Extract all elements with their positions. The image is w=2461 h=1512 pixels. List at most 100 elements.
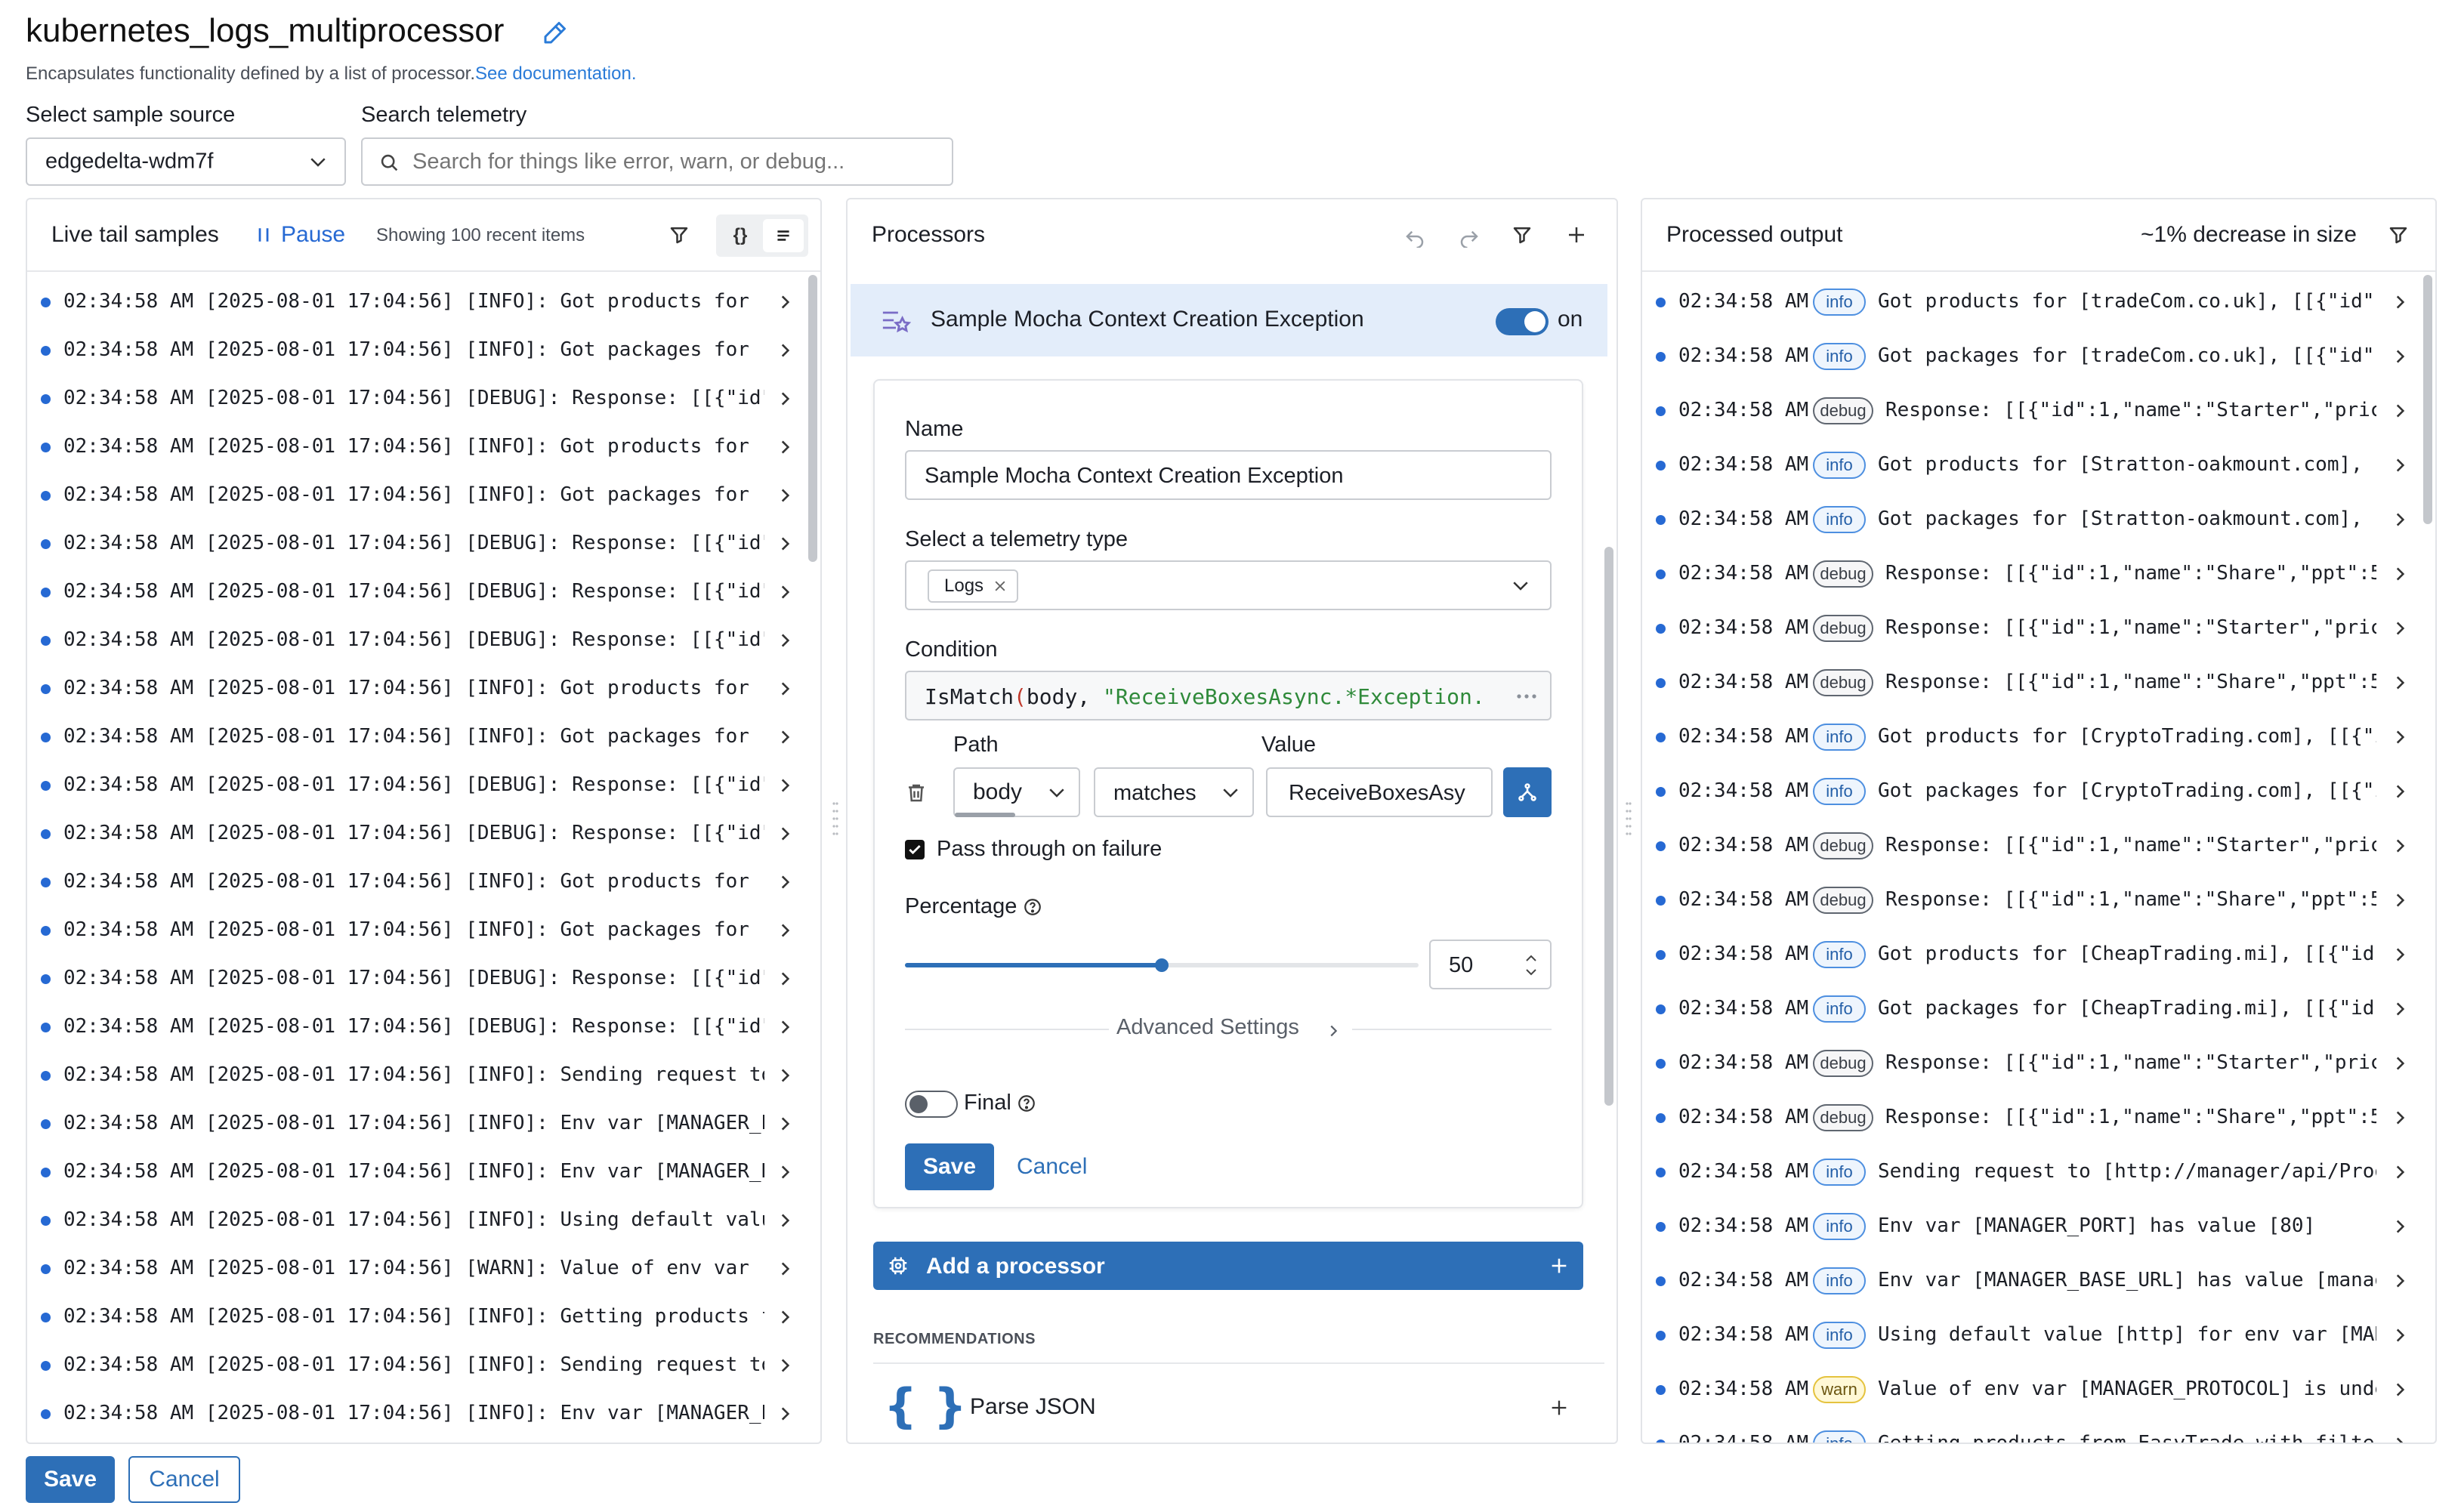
chevron-right-icon[interactable] bbox=[775, 776, 795, 795]
output-row[interactable]: 02:34:58 AM info Got products for [CryptoT… bbox=[1642, 710, 2410, 764]
chevron-right-icon[interactable] bbox=[775, 824, 795, 844]
output-row[interactable]: 02:34:58 AM info Got products for [tradeCo… bbox=[1642, 275, 2410, 329]
help-icon[interactable] bbox=[1017, 1094, 1036, 1113]
chevron-right-icon[interactable] bbox=[775, 1404, 795, 1424]
output-row[interactable]: 02:34:58 AM debug Response: [[{"id":1,"nam… bbox=[1642, 1036, 2410, 1091]
log-row[interactable]: 02:34:58 AM [2025-08-01 17:04:56] [INFO]… bbox=[27, 713, 795, 761]
log-row[interactable]: 02:34:58 AM [2025-08-01 17:04:56] [WARN]… bbox=[27, 1245, 795, 1293]
recommendation-parse-json[interactable]: { } Parse JSON bbox=[873, 1378, 1583, 1438]
chevron-right-icon[interactable] bbox=[775, 1066, 795, 1085]
log-row[interactable]: 02:34:58 AM [2025-08-01 17:04:56] [INFO]… bbox=[27, 1196, 795, 1245]
chevron-right-icon[interactable] bbox=[775, 582, 795, 602]
percentage-slider[interactable] bbox=[905, 955, 1419, 976]
log-row[interactable]: 02:34:58 AM [2025-08-01 17:04:56] [DEBUG… bbox=[27, 375, 795, 423]
undo-icon[interactable] bbox=[1403, 225, 1426, 248]
chevron-right-icon[interactable] bbox=[2390, 1271, 2410, 1291]
slider-thumb[interactable] bbox=[1155, 958, 1169, 972]
chevron-right-icon[interactable] bbox=[2390, 347, 2410, 366]
regex-builder-button[interactable] bbox=[1503, 767, 1552, 817]
operator-select[interactable]: matches bbox=[1094, 767, 1254, 817]
chevron-right-icon[interactable] bbox=[775, 1356, 795, 1375]
log-row[interactable]: 02:34:58 AM [2025-08-01 17:04:56] [DEBUG… bbox=[27, 955, 795, 1003]
more-dots-icon[interactable] bbox=[1515, 690, 1538, 702]
log-row[interactable]: 02:34:58 AM [2025-08-01 17:04:56] [DEBUG… bbox=[27, 520, 795, 568]
form-save-button[interactable]: Save bbox=[905, 1143, 994, 1190]
chevron-right-icon[interactable] bbox=[2390, 1162, 2410, 1182]
chevron-right-icon[interactable] bbox=[775, 679, 795, 699]
output-row[interactable]: 02:34:58 AM info Got products for [Stratto… bbox=[1642, 438, 2410, 492]
processor-toggle[interactable] bbox=[1496, 308, 1549, 335]
output-scrollbar[interactable] bbox=[2423, 275, 2432, 524]
cancel-button[interactable]: Cancel bbox=[128, 1456, 240, 1503]
telemetry-type-select[interactable]: Logs bbox=[905, 560, 1552, 610]
pencil-edit-icon[interactable] bbox=[541, 20, 568, 47]
chevron-right-icon[interactable] bbox=[775, 534, 795, 554]
output-row[interactable]: 02:34:58 AM info Env var [MANAGER_PORT] ha… bbox=[1642, 1199, 2410, 1254]
chevron-right-icon[interactable] bbox=[2390, 1108, 2410, 1128]
output-row[interactable]: 02:34:58 AM warn Value of env var [MANAGER… bbox=[1642, 1362, 2410, 1417]
plus-icon[interactable] bbox=[1549, 1397, 1570, 1418]
live-tail-scrollbar[interactable] bbox=[808, 275, 817, 562]
percentage-stepper[interactable]: 50 bbox=[1429, 940, 1552, 989]
chevron-right-icon[interactable] bbox=[775, 1259, 795, 1279]
processors-scrollbar[interactable] bbox=[1604, 547, 1613, 1106]
output-row[interactable]: 02:34:58 AM info Got packages for [tradeCo… bbox=[1642, 329, 2410, 384]
chevron-right-icon[interactable] bbox=[775, 1017, 795, 1037]
log-row[interactable]: 02:34:58 AM [2025-08-01 17:04:56] [INFO]… bbox=[27, 1051, 795, 1100]
final-toggle[interactable] bbox=[905, 1091, 958, 1118]
redo-icon[interactable] bbox=[1458, 225, 1481, 248]
chevron-right-icon[interactable] bbox=[2390, 727, 2410, 747]
chevron-right-icon[interactable] bbox=[775, 921, 795, 940]
output-row[interactable]: 02:34:58 AM debug Response: [[{"id":1,"nam… bbox=[1642, 1091, 2410, 1145]
chevron-right-icon[interactable] bbox=[2390, 673, 2410, 693]
output-row[interactable]: 02:34:58 AM info Env var [MANAGER_BASE_URL… bbox=[1642, 1254, 2410, 1308]
sample-source-select[interactable]: edgedelta-wdm7f bbox=[26, 137, 346, 186]
chevron-right-icon[interactable] bbox=[2390, 999, 2410, 1019]
output-row[interactable]: 02:34:58 AM info Got products for [CheapTr… bbox=[1642, 927, 2410, 982]
chevron-right-icon[interactable] bbox=[775, 1162, 795, 1182]
condition-editor[interactable]: IsMatch(body, "ReceiveBoxesAsync.*Except… bbox=[905, 671, 1552, 721]
chevron-right-icon[interactable] bbox=[775, 486, 795, 505]
chevron-right-icon[interactable] bbox=[2390, 455, 2410, 475]
output-row[interactable]: 02:34:58 AM debug Response: [[{"id":1,"nam… bbox=[1642, 601, 2410, 656]
log-row[interactable]: 02:34:58 AM [2025-08-01 17:04:56] [INFO]… bbox=[27, 1341, 795, 1390]
text-view-button[interactable] bbox=[763, 219, 804, 252]
output-row[interactable]: 02:34:58 AM info Using default value [http… bbox=[1642, 1308, 2410, 1362]
form-cancel-button[interactable]: Cancel bbox=[1017, 1154, 1087, 1180]
chevron-right-icon[interactable] bbox=[2390, 1325, 2410, 1345]
stepper-arrows-icon[interactable] bbox=[1523, 949, 1539, 982]
chevron-right-icon[interactable] bbox=[775, 292, 795, 312]
chevron-right-icon[interactable] bbox=[2390, 401, 2410, 421]
output-row[interactable]: 02:34:58 AM info Getting products from Eas… bbox=[1642, 1417, 2410, 1443]
log-row[interactable]: 02:34:58 AM [2025-08-01 17:04:56] [INFO]… bbox=[27, 326, 795, 375]
pass-through-checkbox[interactable] bbox=[905, 840, 925, 859]
chevron-right-icon[interactable] bbox=[775, 1211, 795, 1230]
log-row[interactable]: 02:34:58 AM [2025-08-01 17:04:56] [INFO]… bbox=[27, 1148, 795, 1196]
chevron-right-icon[interactable] bbox=[2390, 945, 2410, 964]
resize-handle-left[interactable] bbox=[832, 799, 838, 844]
chevron-right-icon[interactable] bbox=[2390, 1217, 2410, 1236]
chevron-right-icon[interactable] bbox=[775, 631, 795, 650]
log-row[interactable]: 02:34:58 AM [2025-08-01 17:04:56] [INFO]… bbox=[27, 1293, 795, 1341]
output-row[interactable]: 02:34:58 AM debug Response: [[{"id":1,"nam… bbox=[1642, 873, 2410, 927]
log-row[interactable]: 02:34:58 AM [2025-08-01 17:04:56] [INFO]… bbox=[27, 1100, 795, 1148]
chevron-right-icon[interactable] bbox=[2390, 510, 2410, 529]
log-row[interactable]: 02:34:58 AM [2025-08-01 17:04:56] [INFO]… bbox=[27, 278, 795, 326]
output-row[interactable]: 02:34:58 AM info Got packages for [CheapTr… bbox=[1642, 982, 2410, 1036]
advanced-settings-toggle[interactable]: Advanced Settings bbox=[1116, 1015, 1338, 1045]
log-row[interactable]: 02:34:58 AM [2025-08-01 17:04:56] [DEBUG… bbox=[27, 568, 795, 616]
log-row[interactable]: 02:34:58 AM [2025-08-01 17:04:56] [INFO]… bbox=[27, 423, 795, 471]
output-row[interactable]: 02:34:58 AM info Sending request to [http:… bbox=[1642, 1145, 2410, 1199]
output-row[interactable]: 02:34:58 AM debug Response: [[{"id":1,"nam… bbox=[1642, 656, 2410, 710]
chevron-right-icon[interactable] bbox=[775, 1114, 795, 1134]
output-row[interactable]: 02:34:58 AM debug Response: [[{"id":1,"nam… bbox=[1642, 384, 2410, 438]
chevron-right-icon[interactable] bbox=[775, 341, 795, 360]
log-row[interactable]: 02:34:58 AM [2025-08-01 17:04:56] [INFO]… bbox=[27, 1390, 795, 1438]
log-row[interactable]: 02:34:58 AM [2025-08-01 17:04:56] [INFO]… bbox=[27, 906, 795, 955]
log-row[interactable]: 02:34:58 AM [2025-08-01 17:04:56] [DEBUG… bbox=[27, 1003, 795, 1051]
log-row[interactable]: 02:34:58 AM [2025-08-01 17:04:56] [INFO]… bbox=[27, 471, 795, 520]
help-icon[interactable] bbox=[1023, 897, 1042, 917]
chevron-right-icon[interactable] bbox=[2390, 782, 2410, 801]
chevron-right-icon[interactable] bbox=[2390, 1380, 2410, 1399]
json-view-icon[interactable]: {} bbox=[721, 219, 760, 252]
